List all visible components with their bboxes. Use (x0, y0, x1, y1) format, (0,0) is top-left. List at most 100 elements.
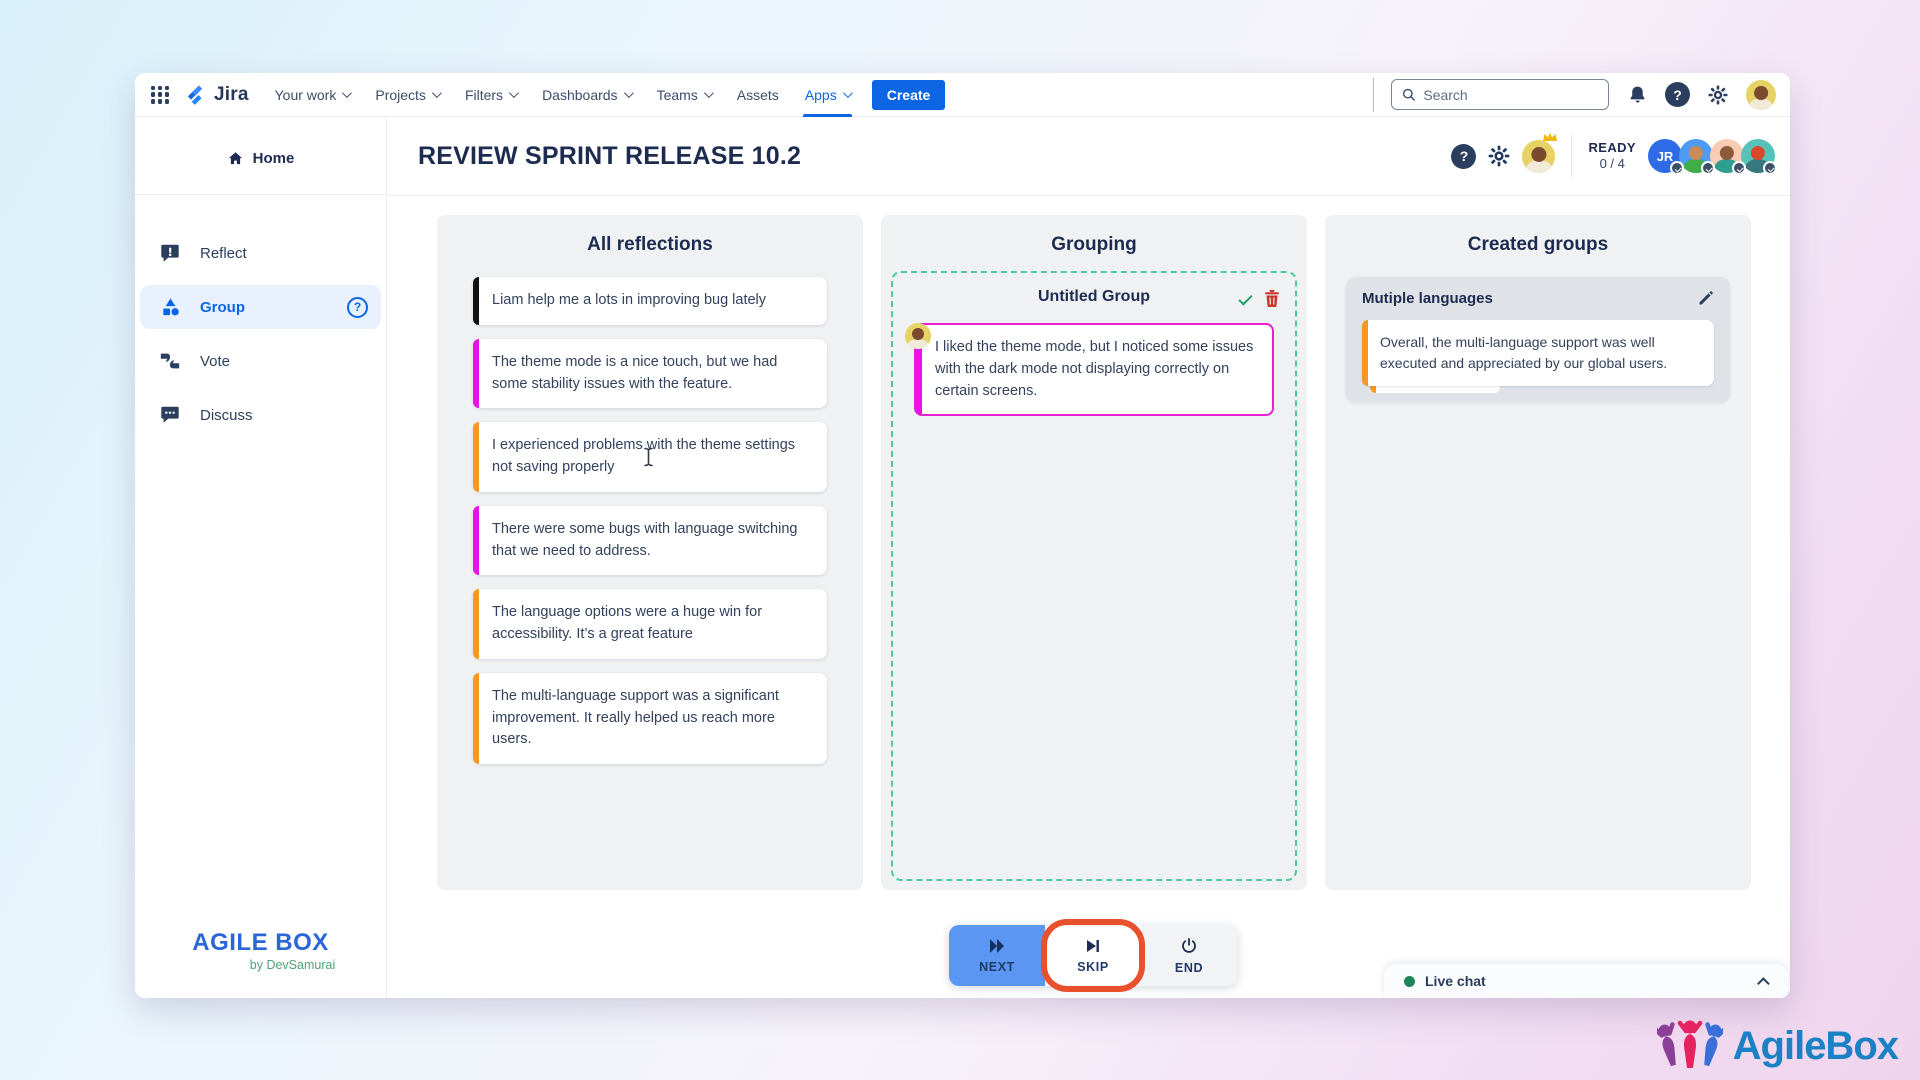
jira-wordmark: Jira (214, 84, 249, 106)
avatar-jr[interactable]: JR (1648, 139, 1682, 173)
participant-avatars: JR (1651, 139, 1775, 173)
reflection-card[interactable]: There were some bugs with language switc… (473, 506, 827, 576)
nav-menu: Your work Projects Filters Dashboards Te… (275, 73, 850, 117)
nav-item-teams[interactable]: Teams (657, 73, 711, 117)
avatar-participant-4[interactable] (1741, 139, 1775, 173)
nav-divider (1373, 78, 1374, 112)
chevron-down-icon (843, 88, 853, 98)
reflection-card[interactable]: The multi-language support was a signifi… (473, 673, 827, 764)
power-icon (1180, 937, 1198, 955)
jira-logo[interactable]: Jira (185, 83, 249, 106)
app-switcher-icon[interactable] (151, 86, 169, 104)
reflection-card[interactable]: The language options were a huge win for… (473, 589, 827, 659)
sidebar-item-group[interactable]: Group ? (140, 285, 381, 329)
ready-check-badge (1763, 161, 1777, 175)
skip-button[interactable]: SKIP (1045, 925, 1141, 986)
reflection-card-list: Liam help me a lots in improving bug lat… (473, 277, 827, 764)
chevron-up-icon (1757, 977, 1770, 990)
column-created-groups: Created groups Mutiple languages Overall… (1325, 215, 1751, 890)
ready-status: READY 0 / 4 (1588, 140, 1636, 173)
reflection-card[interactable]: I experienced problems with the theme se… (473, 422, 827, 492)
avatar-participant-2[interactable] (1679, 139, 1713, 173)
group-member-card[interactable]: Overall, the multi-language support was … (1362, 320, 1714, 386)
search-box[interactable] (1391, 79, 1609, 110)
board-columns: All reflections Liam help me a lots in i… (437, 215, 1751, 890)
agilebox-sidebar-logo: AGILE BOX by DevSamurai (135, 929, 386, 972)
sidebar-item-discuss[interactable]: Discuss (140, 393, 381, 437)
ready-check-badge (1670, 161, 1684, 175)
chevron-down-icon (509, 88, 519, 98)
main-content: REVIEW SPRINT RELEASE 10.2 ? (387, 117, 1790, 998)
sidebar-menu: Reflect Group ? (135, 231, 386, 437)
nav-item-projects[interactable]: Projects (375, 73, 439, 117)
facilitator-avatar[interactable] (1522, 140, 1555, 173)
column-all-reflections: All reflections Liam help me a lots in i… (437, 215, 863, 890)
jira-mark-icon (185, 83, 208, 106)
live-chat-bar[interactable]: Live chat (1384, 964, 1788, 998)
crown-icon (1542, 131, 1558, 143)
sidebar: Home Reflect (135, 117, 387, 998)
double-chevron-right-icon (987, 938, 1007, 954)
help-icon[interactable]: ? (1665, 82, 1690, 107)
header-actions: ? (1451, 135, 1775, 177)
search-input[interactable] (1423, 87, 1598, 103)
grouped-reflection-card[interactable]: I liked the theme mode, but I noticed so… (914, 323, 1274, 416)
group-help-icon[interactable]: ? (347, 297, 368, 318)
discuss-icon (158, 404, 182, 426)
next-button[interactable]: NEXT (949, 925, 1045, 986)
edit-pencil-icon[interactable] (1697, 290, 1714, 307)
chevron-down-icon (432, 88, 442, 98)
stage-controls: NEXT SKIP (949, 925, 1237, 986)
sidebar-item-home[interactable]: Home (135, 150, 386, 167)
created-group-card[interactable]: Mutiple languages Overall, the multi-lan… (1346, 277, 1730, 402)
board-help-icon[interactable]: ? (1451, 144, 1476, 169)
main-header: REVIEW SPRINT RELEASE 10.2 ? (387, 117, 1790, 196)
top-nav: Jira Your work Projects Filters Dashboar… (135, 73, 1790, 117)
chevron-down-icon (342, 88, 352, 98)
group-icon (158, 296, 182, 319)
group-drop-zone[interactable]: Untitled Group (891, 271, 1297, 881)
sidebar-item-vote[interactable]: Vote (140, 339, 381, 383)
end-button[interactable]: END (1141, 925, 1237, 986)
chevron-down-icon (704, 88, 714, 98)
board-settings-gear-icon[interactable] (1487, 144, 1511, 168)
group-title[interactable]: Untitled Group (1038, 288, 1150, 305)
reflection-card[interactable]: The theme mode is a nice touch, but we h… (473, 339, 827, 409)
nav-item-filters[interactable]: Filters (465, 73, 516, 117)
vote-icon (158, 350, 182, 372)
gear-icon[interactable] (1705, 82, 1731, 108)
group-title-row: Untitled Group (893, 288, 1295, 306)
agilebox-watermark: AgileBox (1657, 1018, 1898, 1074)
delete-group-trash-icon[interactable] (1264, 289, 1280, 307)
ready-count: 0 / 4 (1588, 156, 1636, 172)
created-group-title: Mutiple languages (1362, 290, 1493, 307)
nav-item-assets[interactable]: Assets (737, 73, 779, 117)
reflection-card[interactable]: Liam help me a lots in improving bug lat… (473, 277, 827, 325)
search-icon (1402, 87, 1415, 102)
chevron-down-icon (624, 88, 634, 98)
nav-right: ? (1373, 78, 1776, 112)
skip-icon (1084, 938, 1102, 954)
nav-item-dashboards[interactable]: Dashboards (542, 73, 631, 117)
sidebar-item-reflect[interactable]: Reflect (140, 231, 381, 275)
home-icon (227, 150, 244, 167)
skip-button-wrap: SKIP (1045, 925, 1141, 986)
ready-check-badge (1701, 161, 1715, 175)
nav-item-apps[interactable]: Apps (805, 73, 850, 117)
card-author-avatar (905, 323, 931, 349)
header-divider (1571, 135, 1572, 177)
bell-icon[interactable] (1624, 82, 1650, 108)
live-chat-label: Live chat (1425, 973, 1486, 989)
avatar-participant-3[interactable] (1710, 139, 1744, 173)
ready-check-badge (1732, 161, 1746, 175)
page-title: REVIEW SPRINT RELEASE 10.2 (418, 142, 801, 171)
profile-avatar[interactable] (1746, 80, 1776, 110)
nav-item-your-work[interactable]: Your work (275, 73, 350, 117)
reflect-icon (158, 242, 182, 264)
avatar-head (1754, 86, 1768, 100)
sidebar-divider (135, 194, 386, 195)
create-button[interactable]: Create (872, 80, 946, 110)
confirm-group-check-icon[interactable] (1238, 291, 1252, 305)
column-grouping: Grouping Untitled Group (881, 215, 1307, 890)
online-status-dot (1404, 976, 1415, 987)
